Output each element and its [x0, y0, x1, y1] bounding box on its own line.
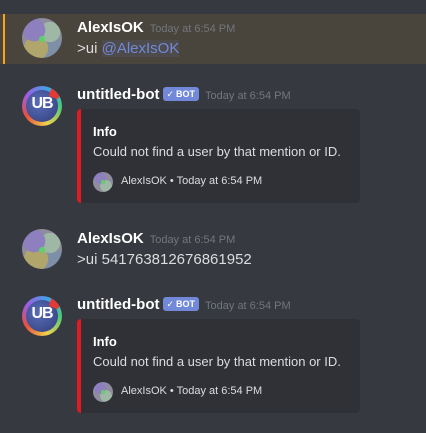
- check-icon: ✓: [166, 89, 175, 99]
- timestamp: Today at 6:54 PM: [205, 90, 291, 102]
- username[interactable]: AlexIsOK: [77, 19, 144, 36]
- embed-title: Info: [93, 334, 117, 349]
- timestamp: Today at 6:54 PM: [205, 300, 291, 312]
- embed-description: Could not find a user by that mention or…: [93, 144, 341, 159]
- check-icon: ✓: [166, 299, 175, 309]
- bot-badge-label: BOT: [176, 89, 196, 99]
- message-header: AlexIsOK Today at 6:54 PM: [77, 230, 235, 248]
- embed-title: Info: [93, 124, 117, 139]
- message-content: >ui @AlexIsOK: [77, 40, 180, 57]
- user-avatar[interactable]: [22, 229, 62, 269]
- message-header: AlexIsOK Today at 6:54 PM: [77, 19, 235, 37]
- footer-avatar-dot: [101, 390, 105, 394]
- embed-color-bar: [77, 319, 81, 413]
- timestamp: Today at 6:54 PM: [149, 23, 236, 35]
- avatar-dot: [39, 247, 45, 253]
- username[interactable]: untitled-bot: [77, 86, 159, 103]
- username[interactable]: AlexIsOK: [77, 230, 144, 247]
- embed: Info Could not find a user by that menti…: [77, 319, 360, 413]
- bot-avatar[interactable]: UB: [22, 86, 62, 126]
- message-1: AlexIsOK Today at 6:54 PM >ui @AlexIsOK: [0, 14, 426, 64]
- timestamp: Today at 6:54 PM: [149, 234, 236, 246]
- message-3: AlexIsOK Today at 6:54 PM >ui 54176381267…: [0, 225, 426, 275]
- footer-avatar-icon: [93, 172, 113, 192]
- embed-color-bar: [77, 109, 81, 203]
- user-avatar[interactable]: [22, 18, 62, 58]
- username[interactable]: untitled-bot: [77, 296, 159, 313]
- footer-avatar-icon: [93, 382, 113, 402]
- bot-badge: ✓ BOT: [163, 87, 200, 101]
- embed-footer-text: AlexIsOK • Today at 6:54 PM: [121, 385, 263, 397]
- bot-avatar[interactable]: UB: [22, 296, 62, 336]
- embed-description: Could not find a user by that mention or…: [93, 354, 341, 369]
- avatar-dot: [39, 36, 45, 42]
- message-4: UB untitled-bot ✓ BOT Today at 6:54 PM Info…: [0, 292, 426, 422]
- bot-badge-label: BOT: [176, 299, 196, 309]
- bot-badge: ✓ BOT: [163, 297, 200, 311]
- embed-footer-text: AlexIsOK • Today at 6:54 PM: [121, 175, 263, 187]
- message-2: UB untitled-bot ✓ BOT Today at 6:54 PM Info…: [0, 82, 426, 212]
- message-content: >ui 541763812676861952: [77, 251, 252, 268]
- message-header: untitled-bot ✓ BOT Today at 6:54 PM: [77, 296, 291, 314]
- embed: Info Could not find a user by that menti…: [77, 109, 360, 203]
- footer-avatar-dot: [101, 180, 105, 184]
- message-header: untitled-bot ✓ BOT Today at 6:54 PM: [77, 86, 291, 104]
- command-text: >ui: [77, 40, 102, 57]
- user-mention[interactable]: @AlexIsOK: [101, 40, 180, 57]
